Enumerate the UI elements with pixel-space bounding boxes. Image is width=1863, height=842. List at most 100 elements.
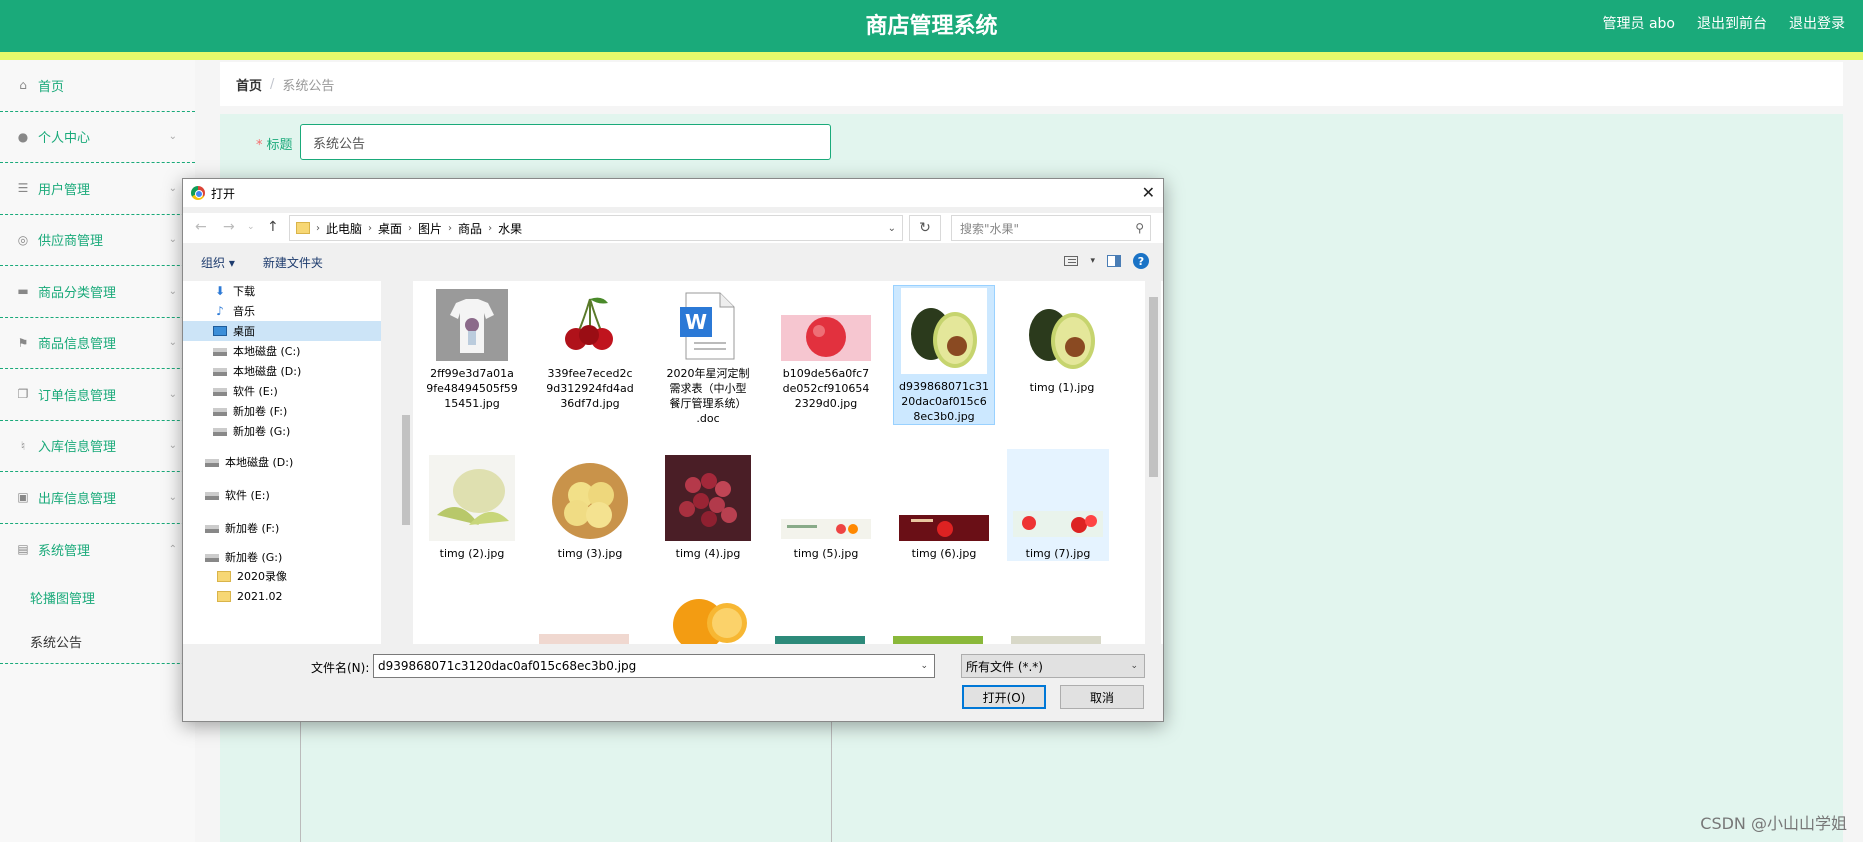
help-icon[interactable]: ? (1133, 253, 1149, 269)
nav-item[interactable]: 2021.02 (183, 586, 381, 606)
sidebar-item-stock-out[interactable]: ▣ 出库信息管理 ⌄ (0, 472, 195, 524)
open-button[interactable]: 打开(O) (962, 685, 1046, 709)
file-scrollbar[interactable] (1145, 281, 1161, 644)
address-bar[interactable]: › 此电脑 › 桌面 › 图片 › 商品 › 水果 ⌄ (289, 215, 903, 241)
avocado-thumbnail (901, 288, 987, 374)
file-name-line: timg (7).jpg (1025, 547, 1091, 560)
nav-item[interactable]: 本地磁盘 (C:) (183, 341, 381, 361)
nav-scrollbar[interactable] (399, 281, 413, 644)
path-crumb[interactable]: 桌面 (378, 220, 402, 237)
sidebar-item-announcement[interactable]: 系统公告 (0, 619, 195, 663)
up-arrow-icon[interactable]: ↑ (267, 219, 279, 235)
fruit-banner-thumbnail (1013, 511, 1103, 537)
nav-item-label: 软件 (E:) (233, 385, 278, 398)
file-tile[interactable]: 339fee7eced2c 9d312924fd4ad 36df7d.jpg (539, 287, 641, 411)
nav-item[interactable]: 本地磁盘 (D:) (183, 361, 381, 381)
chevron-down-icon[interactable]: ▾ (1090, 256, 1095, 266)
sidebar-item-suppliers[interactable]: ◎ 供应商管理 ⌄ (0, 215, 195, 266)
path-crumb[interactable]: 商品 (458, 220, 482, 237)
partial-thumbnail (539, 634, 629, 644)
preview-pane-icon[interactable] (1107, 255, 1121, 267)
nav-item-label: 2020录像 (237, 570, 287, 583)
search-icon: ⚲ (1135, 221, 1144, 235)
sidebar-item-carousel[interactable]: 轮播图管理 (0, 575, 195, 619)
nav-item-label: 2021.02 (237, 589, 283, 603)
new-folder-button[interactable]: 新建文件夹 (263, 254, 323, 271)
nav-item[interactable]: 2020录像 (183, 566, 381, 586)
view-mode-icon[interactable] (1064, 256, 1079, 266)
nav-item-label: 桌面 (233, 325, 255, 338)
organize-button[interactable]: 组织 ▾ (201, 254, 235, 271)
logout-link[interactable]: 退出登录 (1789, 13, 1845, 33)
nav-item[interactable]: 新加卷 (G:) (183, 421, 381, 441)
file-tile[interactable]: timg (3).jpg (539, 453, 641, 561)
file-name-line: 36df7d.jpg (560, 397, 620, 410)
file-name-line: timg (1).jpg (1029, 381, 1095, 394)
nav-item-label: 新加卷 (F:) (233, 405, 288, 418)
file-tile[interactable]: W 2020年星河定制 需求表（中小型 餐厅管理系统） .doc (657, 287, 759, 426)
cancel-button[interactable]: 取消 (1060, 685, 1144, 709)
order-icon: ❐ (17, 387, 29, 402)
file-tile[interactable]: d939868071c31 20dac0af015c6 8ec3b0.jpg (893, 285, 995, 425)
nav-item[interactable]: 新加卷 (G:) (183, 540, 381, 566)
sidebar-item-products[interactable]: ⚑ 商品信息管理 ⌄ (0, 318, 195, 369)
sidebar-item-system[interactable]: ▤ 系统管理 ⌃ (0, 524, 195, 576)
filetype-value: 所有文件 (*.*) (966, 659, 1043, 674)
forward-arrow-icon[interactable]: → (223, 219, 235, 235)
sidebar-item-stock-in[interactable]: ♮ 入库信息管理 ⌄ (0, 421, 195, 472)
view-controls: ▾ ? (1064, 253, 1149, 269)
svg-text:W: W (685, 310, 707, 334)
file-name-line: timg (2).jpg (439, 547, 505, 560)
sidebar-item-label: 系统管理 (38, 543, 91, 559)
file-tile[interactable]: b109de56a0fc7 de052cf910654 2329d0.jpg (775, 287, 877, 411)
history-dropdown-icon[interactable]: ⌄ (247, 222, 255, 232)
path-crumb[interactable]: 图片 (418, 220, 442, 237)
breadcrumb-home[interactable]: 首页 (236, 75, 262, 94)
scrollbar-thumb[interactable] (1149, 297, 1158, 477)
nav-item[interactable]: ♪ 音乐 (183, 301, 381, 321)
front-link[interactable]: 退出到前台 (1697, 13, 1767, 33)
sidebar-item-categories[interactable]: ▬ 商品分类管理 ⌄ (0, 266, 195, 318)
title-label-text: 标题 (266, 138, 293, 153)
chevron-down-icon[interactable]: ⌄ (888, 223, 896, 234)
download-icon: ⬇ (214, 284, 226, 298)
nav-item[interactable]: 软件 (E:) (183, 474, 381, 507)
file-tile[interactable]: 2ff99e3d7a01a 9fe48494505f59 15451.jpg (421, 287, 523, 411)
file-tile[interactable]: timg (6).jpg (893, 453, 995, 561)
desktop-icon (213, 326, 227, 336)
close-icon[interactable]: ✕ (1142, 183, 1155, 202)
filetype-select[interactable]: 所有文件 (*.*) ⌄ (961, 654, 1145, 678)
nav-item[interactable]: 新加卷 (F:) (183, 401, 381, 421)
editor-area[interactable] (300, 709, 832, 842)
path-crumb[interactable]: 水果 (498, 220, 522, 237)
sidebar-item-personal[interactable]: ● 个人中心 ⌄ (0, 112, 195, 163)
file-name-line: 15451.jpg (444, 397, 500, 410)
file-name-line: 8ec3b0.jpg (913, 410, 975, 423)
path-crumb[interactable]: 此电脑 (326, 220, 362, 237)
refresh-icon[interactable]: ↻ (909, 215, 941, 241)
search-input[interactable]: 搜索"水果" ⚲ (951, 215, 1151, 241)
nav-item[interactable]: 桌面 (183, 321, 381, 341)
nav-item[interactable]: ⬇ 下载 (183, 281, 381, 301)
file-tile[interactable]: timg (2).jpg (421, 453, 523, 561)
file-name-line: 339fee7eced2c (547, 367, 633, 380)
file-tile[interactable]: timg (4).jpg (657, 453, 759, 561)
file-tile[interactable]: timg (7).jpg (1007, 449, 1109, 561)
back-arrow-icon[interactable]: ← (195, 219, 207, 235)
filename-input[interactable]: d939868071c3120dac0af015c68ec3b0.jpg ⌄ (373, 654, 935, 678)
nav-item[interactable]: 新加卷 (F:) (183, 507, 381, 540)
nav-item[interactable]: 本地磁盘 (D:) (183, 441, 381, 474)
scrollbar-thumb[interactable] (402, 415, 410, 525)
file-tile[interactable] (657, 571, 759, 644)
nav-item[interactable]: 软件 (E:) (183, 381, 381, 401)
app-title: 商店管理系统 (865, 14, 998, 39)
sidebar-item-orders[interactable]: ❐ 订单信息管理 ⌄ (0, 369, 195, 421)
chevron-right-icon: › (448, 222, 453, 234)
file-tile[interactable]: timg (5).jpg (775, 453, 877, 561)
sidebar-item-home[interactable]: ⌂ 首页 (0, 60, 195, 112)
sidebar-item-users[interactable]: ☰ 用户管理 ⌄ (0, 163, 195, 215)
chevron-down-icon[interactable]: ⌄ (920, 661, 928, 671)
title-input[interactable] (300, 124, 831, 160)
file-tile[interactable]: timg (1).jpg (1011, 287, 1113, 395)
top-header: 商店管理系统 管理员 abo 退出到前台 退出登录 (0, 0, 1863, 52)
